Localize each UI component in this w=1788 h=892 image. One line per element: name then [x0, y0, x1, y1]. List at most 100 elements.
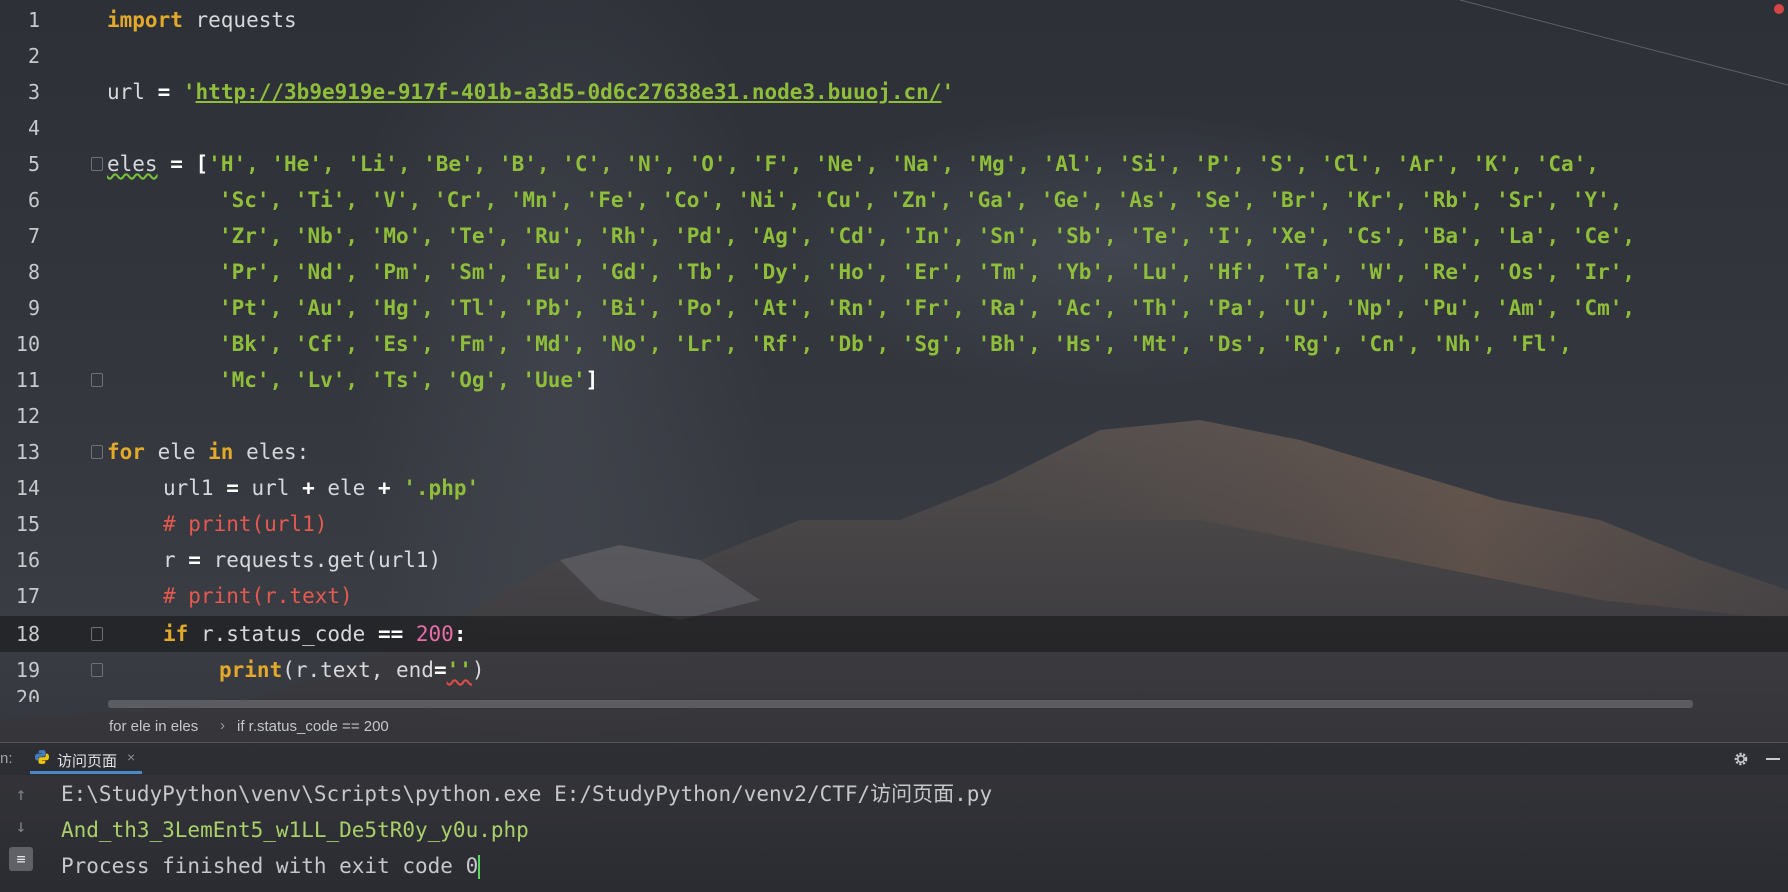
run-tool-window-header: n: 访问页面 ×: [0, 742, 1788, 775]
code-line: 'Pr', 'Nd', 'Pm', 'Sm', 'Eu', 'Gd', 'Tb'…: [0, 254, 1788, 290]
operator: =: [157, 152, 196, 176]
fold-marker-icon[interactable]: [91, 445, 103, 459]
keyword: in: [208, 440, 234, 464]
code-text: url1: [163, 476, 227, 500]
minimize-icon[interactable]: [1766, 758, 1780, 760]
fold-marker-icon[interactable]: [91, 663, 103, 677]
line-number: 3: [27, 80, 40, 104]
variable-warning: eles: [107, 152, 158, 176]
line-number: 17: [15, 584, 40, 608]
keyword: for: [107, 440, 145, 464]
code-line: url1 = url + ele + '.php': [0, 470, 1788, 506]
string-list: 'Zr', 'Nb', 'Mo', 'Te', 'Ru', 'Rh', 'Pd'…: [219, 224, 1636, 248]
tab-label: 访问页面: [57, 753, 118, 770]
up-arrow-icon[interactable]: ↑: [9, 783, 33, 807]
run-tab[interactable]: 访问页面 ×: [30, 743, 142, 774]
code-line: for ele in eles:: [0, 434, 1788, 470]
code-text: requests: [182, 8, 297, 32]
operator: +: [377, 476, 391, 500]
console-command-line: E:\StudyPython\venv\Scripts\python.exe E…: [61, 782, 993, 806]
line-number: 15: [15, 512, 40, 536]
line-number: 12: [15, 404, 40, 428]
down-arrow-icon[interactable]: ↓: [9, 815, 33, 839]
string-list: 'Pt', 'Au', 'Hg', 'Tl', 'Pb', 'Bi', 'Po'…: [219, 296, 1636, 320]
keyword: if: [163, 622, 189, 646]
comment: # print(r.text): [163, 584, 353, 608]
line-number-gutter[interactable]: 1 2 3 4 5 6 7 8 9 10 11 12 13 14 15 16 1…: [0, 0, 60, 702]
code-text: ele: [314, 476, 378, 500]
operator: =: [157, 80, 171, 104]
operator: =: [188, 548, 201, 572]
code-line: 'Pt', 'Au', 'Hg', 'Tl', 'Pb', 'Bi', 'Po'…: [0, 290, 1788, 326]
breadcrumb-item[interactable]: for ele in eles: [109, 718, 198, 735]
fold-marker-icon[interactable]: [91, 627, 103, 641]
gear-icon[interactable]: [1732, 750, 1750, 768]
line-number: 19: [15, 658, 40, 682]
line-number: 13: [15, 440, 40, 464]
code-line: 'Mc', 'Lv', 'Ts', 'Og', 'Uue']: [0, 362, 1788, 398]
fold-marker-icon[interactable]: [91, 157, 103, 171]
code-text: ): [471, 658, 485, 682]
code-text: r.status_code: [188, 622, 378, 646]
line-number: 10: [15, 332, 40, 356]
code-line: url = 'http://3b9e919e-917f-401b-a3d5-0d…: [0, 74, 1788, 110]
code-line: 'Sc', 'Ti', 'V', 'Cr', 'Mn', 'Fe', 'Co',…: [0, 182, 1788, 218]
text-cursor: [478, 855, 481, 879]
code-line: eles = ['H', 'He', 'Li', 'Be', 'B', 'C',…: [0, 146, 1788, 182]
console-exit-line: Process finished with exit code 0: [61, 848, 481, 884]
comment: # print(url1): [163, 512, 328, 536]
string-quote: ': [170, 80, 196, 104]
code-text: requests.get(url1): [200, 548, 442, 572]
line-number: 1: [27, 8, 40, 32]
line-number: 8: [27, 260, 40, 284]
operator: ==: [377, 622, 404, 646]
number-literal: 200: [403, 622, 454, 646]
string-list: 'Bk', 'Cf', 'Es', 'Fm', 'Md', 'No', 'Lr'…: [219, 332, 1572, 356]
python-icon: [35, 750, 49, 764]
operator: +: [302, 476, 315, 500]
console-output-line: And_th3_3LemEnt5_w1LL_De5tR0y_y0u.php: [61, 818, 529, 842]
breadcrumb-item[interactable]: if r.status_code == 200: [237, 718, 389, 735]
line-number: 2: [27, 44, 40, 68]
code-text: (r.text,: [282, 658, 397, 682]
string-literal: '': [446, 658, 472, 682]
code-line: 'Bk', 'Cf', 'Es', 'Fm', 'Md', 'No', 'Lr'…: [0, 326, 1788, 362]
string-list: 'H', 'He', 'Li', 'Be', 'B', 'C', 'N', 'O…: [208, 152, 1599, 176]
keyword: import: [107, 8, 183, 32]
keyword-argument: end: [396, 658, 434, 682]
run-label: n:: [0, 750, 13, 767]
line-number: 4: [27, 116, 40, 140]
code-text: ele: [144, 440, 209, 464]
console-toolbar: ↑ ↓ ≡: [0, 775, 40, 892]
error-stripe[interactable]: [1770, 0, 1788, 700]
close-icon[interactable]: ×: [127, 749, 135, 765]
code-text: r: [163, 548, 189, 572]
string-literal: '.php': [390, 476, 480, 500]
string-list: 'Mc', 'Lv', 'Ts', 'Og', 'Uue': [219, 368, 586, 392]
code-text: url: [107, 80, 158, 104]
line-number: 16: [15, 548, 40, 572]
code-line: import requests: [0, 2, 1788, 38]
line-number: 5: [27, 152, 40, 176]
string-list: 'Pr', 'Nd', 'Pm', 'Sm', 'Eu', 'Gd', 'Tb'…: [219, 260, 1636, 284]
code-text: url: [238, 476, 303, 500]
error-indicator-icon[interactable]: [1774, 4, 1784, 14]
code-line: 'Zr', 'Nb', 'Mo', 'Te', 'Ru', 'Rh', 'Pd'…: [0, 218, 1788, 254]
code-line: # print(r.text): [0, 578, 1788, 614]
line-number: 18: [15, 622, 40, 646]
exit-message: Process finished with exit code 0: [61, 854, 479, 878]
soft-wrap-icon[interactable]: ≡: [9, 847, 33, 871]
operator: =: [433, 658, 447, 682]
run-console[interactable]: ↑ ↓ ≡ E:\StudyPython\venv\Scripts\python…: [0, 775, 1788, 892]
line-number: 7: [27, 224, 40, 248]
horizontal-scrollbar[interactable]: [108, 700, 1693, 708]
fold-marker-icon[interactable]: [91, 373, 103, 387]
code-editor[interactable]: import requests url = 'http://3b9e919e-9…: [0, 0, 1788, 708]
string-list: 'Sc', 'Ti', 'V', 'Cr', 'Mn', 'Fe', 'Co',…: [219, 188, 1623, 212]
bracket: [: [195, 152, 209, 176]
code-line: r = requests.get(url1): [0, 542, 1788, 578]
builtin-function: print: [219, 658, 283, 682]
url-link[interactable]: http://3b9e919e-917f-401b-a3d5-0d6c27638…: [196, 80, 942, 104]
bracket: ]: [585, 368, 599, 392]
code-line: # print(url1): [0, 506, 1788, 542]
